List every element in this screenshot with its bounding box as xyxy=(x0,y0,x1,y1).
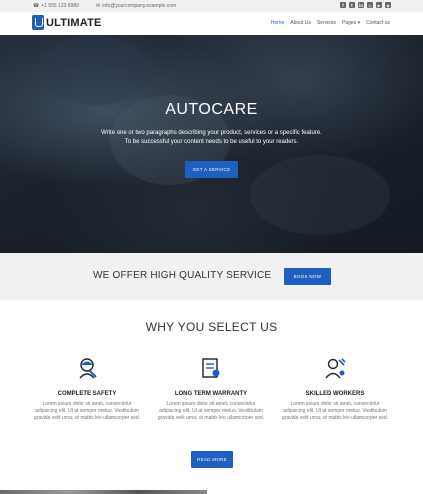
email-contact[interactable]: ✉ info@yourcompany.example.com xyxy=(96,3,176,9)
youtube-icon[interactable]: ▶ xyxy=(376,2,382,8)
get-service-button[interactable]: GET A SERVICE xyxy=(185,161,238,178)
feature-card: LONG TERM WARRANTY Lorem ipsum dolor sit… xyxy=(156,356,266,422)
hero-line-2: To be successful your content needs to b… xyxy=(124,139,299,145)
feature-text: Lorem ipsum dolor sit amet, consectetur … xyxy=(157,401,265,421)
skilled-worker-icon xyxy=(325,358,346,379)
hero-description: Write one or two paragraphs describing y… xyxy=(0,129,423,147)
twitter-icon[interactable]: t xyxy=(349,2,355,8)
warranty-certificate-icon xyxy=(202,358,220,378)
linkedin-icon[interactable]: in xyxy=(358,2,364,8)
feature-title: SKILLED WORKERS xyxy=(305,391,365,397)
phone-number: +1 555 123 8989 xyxy=(41,3,79,9)
feature-card: SKILLED WORKERS Lorem ipsum dolor sit am… xyxy=(280,356,390,422)
feature-title: COMPLETE SAFETY xyxy=(57,391,117,397)
logo-icon xyxy=(32,15,44,30)
feature-title: LONG TERM WARRANTY xyxy=(174,391,248,397)
hero-line-1: Write one or two paragraphs describing y… xyxy=(101,130,322,136)
nav-item-services[interactable]: Services xyxy=(317,20,336,26)
envelope-icon: ✉ xyxy=(96,3,101,9)
instagram-icon[interactable]: ◎ xyxy=(367,2,373,8)
offer-band: WE OFFER HIGH QUALITY SERVICE BOOK NOW xyxy=(0,253,423,300)
book-now-button[interactable]: BOOK NOW xyxy=(284,268,331,285)
nav-item-pages[interactable]: Pages ▾ xyxy=(342,20,360,26)
mechanic-helmet-icon xyxy=(79,358,97,379)
main-navbar: ULTIMATE Home About Us Services Pages ▾ … xyxy=(0,12,423,35)
nav-item-contact[interactable]: Contact us xyxy=(366,20,390,26)
feature-text: Lorem ipsum dolor sit amet, consectetur … xyxy=(33,401,141,421)
github-icon[interactable]: ◉ xyxy=(385,2,391,8)
facebook-icon[interactable]: f xyxy=(340,2,346,8)
hero-title: AUTOCARE xyxy=(165,101,258,118)
footer-image-strip xyxy=(0,490,207,494)
email-address: info@yourcompany.example.com xyxy=(102,3,177,9)
brand-name: ULTIMATE xyxy=(46,16,102,29)
feature-card: COMPLETE SAFETY Lorem ipsum dolor sit am… xyxy=(32,356,142,422)
phone-icon: ☎ xyxy=(33,3,40,9)
top-contact-bar: ☎ +1 555 123 8989 ✉ info@yourcompany.exa… xyxy=(0,0,423,12)
hero-banner: AUTOCARE Write one or two paragraphs des… xyxy=(0,35,423,253)
read-more-button[interactable]: READ MORE xyxy=(191,451,233,468)
nav-item-home[interactable]: Home xyxy=(271,20,284,26)
feature-text: Lorem ipsum dolor sit amet, consectetur … xyxy=(281,401,389,421)
section-title: WHY YOU SELECT US xyxy=(145,320,278,334)
phone-contact[interactable]: ☎ +1 555 123 8989 xyxy=(33,3,79,9)
nav-item-about[interactable]: About Us xyxy=(290,20,311,26)
nav-menu: Home About Us Services Pages ▾ Contact u… xyxy=(271,20,390,26)
brand-logo[interactable]: ULTIMATE xyxy=(32,15,102,30)
social-links: f t in ◎ ▶ ◉ xyxy=(340,2,391,8)
offer-text: WE OFFER HIGH QUALITY SERVICE xyxy=(93,270,272,281)
